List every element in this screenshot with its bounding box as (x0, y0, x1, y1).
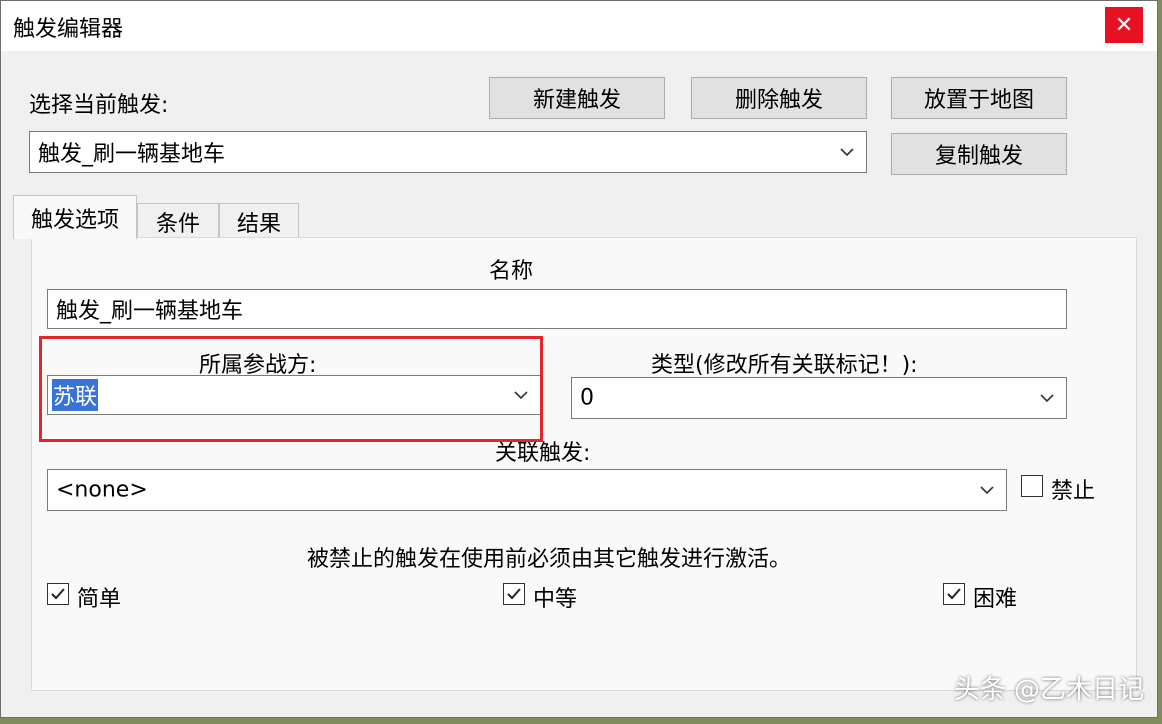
tab-trigger-options[interactable]: 触发选项 (13, 195, 137, 239)
title-bar: 触发编辑器 ✕ (1, 1, 1157, 51)
window-title: 触发编辑器 (13, 17, 124, 42)
chevron-down-icon (1040, 394, 1054, 403)
check-icon (507, 588, 521, 600)
type-value: 0 (580, 385, 594, 411)
type-label: 类型(修改所有关联标记！): (651, 353, 918, 378)
medium-label: 中等 (533, 587, 578, 612)
name-label: 名称 (489, 259, 534, 284)
delete-trigger-button[interactable]: 删除触发 (691, 77, 867, 119)
trigger-name-input[interactable]: 触发_刷一辆基地车 (47, 289, 1067, 329)
trigger-name-value: 触发_刷一辆基地车 (56, 299, 244, 324)
type-dropdown[interactable]: 0 (571, 377, 1067, 419)
tab-conditions[interactable]: 条件 (137, 203, 219, 239)
medium-checkbox[interactable] (503, 583, 525, 605)
chevron-down-icon (980, 486, 994, 495)
chevron-down-icon (840, 148, 854, 157)
easy-checkbox[interactable] (47, 583, 69, 605)
close-icon: ✕ (1114, 12, 1134, 38)
hard-checkbox[interactable] (943, 583, 965, 605)
disabled-label: 禁止 (1051, 479, 1096, 504)
tab-results[interactable]: 结果 (219, 203, 299, 239)
close-button[interactable]: ✕ (1105, 7, 1143, 43)
current-trigger-dropdown[interactable]: 触发_刷一辆基地车 (29, 131, 867, 173)
copy-trigger-button[interactable]: 复制触发 (891, 133, 1067, 175)
trigger-editor-window: 触发编辑器 ✕ 选择当前触发: 新建触发 删除触发 放置于地图 复制触发 触发_… (0, 0, 1158, 718)
select-trigger-label: 选择当前触发: (29, 93, 169, 118)
linked-trigger-value: <none> (56, 477, 148, 503)
check-icon (51, 588, 65, 600)
check-icon (947, 588, 961, 600)
disabled-note: 被禁止的触发在使用前必须由其它触发进行激活。 (307, 547, 792, 572)
easy-label: 简单 (77, 587, 122, 612)
linked-trigger-dropdown[interactable]: <none> (47, 469, 1007, 511)
current-trigger-value: 触发_刷一辆基地车 (38, 142, 226, 167)
place-on-map-button[interactable]: 放置于地图 (891, 77, 1067, 119)
hard-label: 困难 (973, 587, 1018, 612)
watermark: 头条 @乙木日记 (953, 675, 1144, 705)
new-trigger-button[interactable]: 新建触发 (489, 77, 665, 119)
highlight-box (39, 336, 543, 442)
disabled-checkbox[interactable] (1021, 475, 1043, 497)
